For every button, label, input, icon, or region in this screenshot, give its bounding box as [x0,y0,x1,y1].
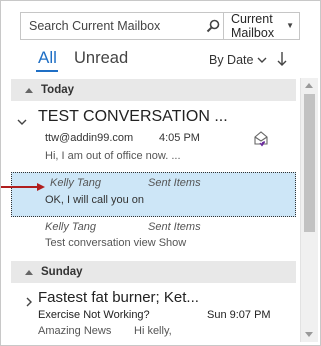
chevron-down-icon [257,57,267,63]
message-preview: OK, I will call you on [45,194,145,206]
collapse-caret-icon [25,269,33,275]
search-scope-dropdown[interactable]: Current Mailbox ▼ [223,12,299,40]
collapse-caret-icon [25,87,33,93]
scroll-down-icon[interactable] [305,332,313,337]
group-header-sunday[interactable]: Sunday [11,261,296,283]
message-preview: Hi kelly, [134,325,172,337]
vertical-scrollbar[interactable] [300,78,318,342]
message-preview: Hi, I am out of office now. ... [45,150,181,162]
message-folder: Sent Items [148,221,201,233]
message-time: Sun 9:07 PM [207,309,271,321]
group-header-label: Sunday [41,266,83,278]
mail-list-panel: Current Mailbox ▼ All Unread By Date Tod… [0,0,321,346]
annotation-arrow-icon [1,183,45,191]
message-subject: Exercise Not Working? [38,309,150,321]
sort-direction-arrow-icon[interactable] [275,50,289,68]
group-header-today[interactable]: Today [11,79,296,101]
search-bar: Current Mailbox ▼ [20,12,300,40]
expand-caret-icon[interactable] [25,294,33,307]
message-folder: Sent Items [148,177,201,189]
search-icon[interactable] [203,13,223,39]
conversation-title[interactable]: Fastest fat burner; Ket... [38,289,199,306]
message-time: 4:05 PM [159,132,200,144]
sort-by-dropdown[interactable]: By Date [209,53,267,67]
filter-all-tab[interactable]: All [38,48,57,68]
sort-by-label: By Date [209,53,254,67]
dropdown-caret-icon: ▼ [286,21,294,30]
message-sender: Amazing News [38,325,112,337]
message-preview: Test conversation view Show [45,237,187,249]
conversation-collapse-icon[interactable] [17,114,27,125]
active-tab-underline [36,70,58,72]
message-list: Today TEST CONVERSATION ... ttw@addin99.… [11,79,296,341]
group-header-label: Today [41,84,75,96]
conversation-title[interactable]: TEST CONVERSATION ... [38,108,228,126]
search-input[interactable] [21,13,203,39]
meeting-request-icon [253,131,271,147]
filter-unread-tab[interactable]: Unread [74,49,128,68]
scroll-up-icon[interactable] [305,83,313,88]
message-sender: Kelly Tang [50,177,101,189]
message-sender: ttw@addin99.com [45,132,134,144]
scroll-thumb[interactable] [304,94,315,232]
message-sender: Kelly Tang [45,221,96,233]
